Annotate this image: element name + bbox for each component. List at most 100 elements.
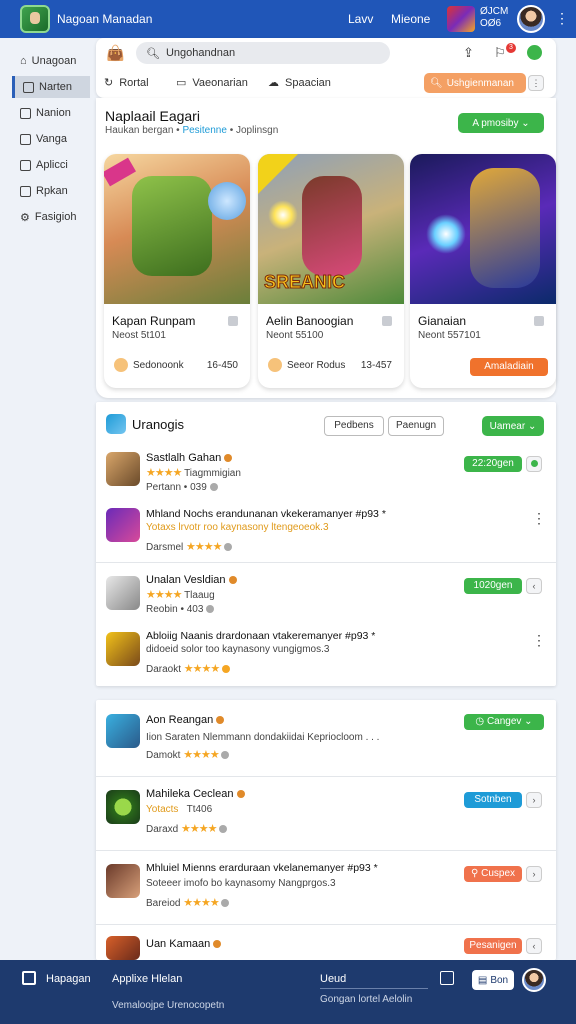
filter-button[interactable]: Pedbens [324,416,384,436]
row-check-button[interactable] [526,456,542,472]
bottom-action-button[interactable]: ▤ Bon [472,970,514,990]
list-item[interactable]: Sastlalh Gahan ★★★★ Tiagmmigian Pertann … [96,446,556,496]
sidebar-item-narten[interactable]: Narten [12,76,90,98]
bag-icon[interactable]: 👜 [106,44,125,62]
row-info-text: Pertann • 039 [146,482,207,493]
card-title: Kapan Runpam [112,314,196,328]
rating-stars: ★★★★ [183,897,219,909]
sidebar-item-aplicci[interactable]: Aplicci [12,154,90,176]
sidebar: ⌂ Unagoan Narten Nanion Vanga Aplicci Rpk… [0,38,92,960]
card-menu-icon[interactable] [382,316,392,326]
row-status-pill[interactable]: 1020gen [464,578,522,594]
card-footer-label: Sedonoonk [133,359,184,371]
card-subtitle: Neont 55100 [266,330,324,341]
game-art [104,154,250,304]
featured-filter-button[interactable]: A pmosiby ⌄ [458,113,544,133]
tab-label: Spaacian [285,76,331,89]
home-icon[interactable] [22,971,36,985]
app-logo[interactable] [20,5,50,33]
game-card[interactable]: Gianaian Neont 557101 Amaladiain [410,154,556,388]
list-item[interactable]: Uan Kamaan Pesanigen ‹ [96,932,556,960]
app-icon [106,864,140,898]
bottom-user-avatar[interactable] [522,968,546,992]
game-avatar[interactable] [447,6,475,32]
status-dot-icon [222,665,231,674]
row-status-pill[interactable]: Pesanigen [464,938,522,954]
bottom-mid-label: Ueud [320,973,347,985]
list-item[interactable]: Mhluiel Mienns erarduraan vkelanemanyer … [96,856,556,918]
user-avatar[interactable] [517,5,545,33]
top-link-lavv[interactable]: Lavv [348,12,373,26]
list-item[interactable]: Unalan Vesldian ★★★★ Tlaaug Reobin • 403… [96,570,556,620]
row-menu-button[interactable]: ‹ [526,938,542,954]
row-title: Sastlalh Gahan [146,452,233,464]
tab-vaeonarian[interactable]: ▭ Vaeonarian [176,76,248,90]
copy-icon[interactable] [440,971,454,985]
rating-stars: ★★★★ [183,663,220,675]
row-status-pill[interactable]: ⚲ Cuspex [464,866,522,882]
top-more-icon[interactable]: ⋮ [555,10,569,27]
upload-icon[interactable]: ⇪ [463,45,474,61]
box-icon [20,133,31,145]
row-info-text: Daraokt [146,664,182,675]
app-icon [106,936,140,960]
status-dot-icon [206,605,215,614]
sidebar-item-label: Unagoan [31,55,77,67]
sidebar-item-fasigioh[interactable]: ⚙ Fasigioh [12,206,90,228]
notification-icon[interactable]: ⚐ [494,45,506,61]
monitor-icon: ▭ [176,77,187,89]
list-item[interactable]: Abloiig Naanis drardonaan vtakeremanyer … [96,626,556,680]
row-status-pill[interactable]: 22:20gen [464,456,522,472]
game-card[interactable]: SREANIC Aelin Banoogian Neont 55100 Seeo… [258,154,404,388]
list-item[interactable]: Mhland Nochs erandunanan vkekeramanyer #… [96,502,556,556]
row-meta: Yotacts Tt406 [146,804,212,815]
divider [96,562,556,563]
sidebar-item-rpkan[interactable]: Rpkan [12,180,90,202]
search-input[interactable]: 🔍︎ Ungohandnan [136,42,390,64]
more-button[interactable]: ⋮ [528,75,544,91]
card-footer-label: Seeor Rodus [287,359,346,371]
row-more-icon[interactable]: ⋮ [532,632,546,649]
bottom-left-label[interactable]: Hapagan [46,973,91,985]
sort-button[interactable]: Paenugn [388,416,444,436]
sidebar-item-unagoan[interactable]: ⌂ Unagoan [12,50,90,72]
refresh-icon: ↻ [104,77,114,89]
row-menu-button[interactable]: › [526,866,542,882]
top-stat-line2: OØ6 [480,18,502,29]
row-description: didoeid solor too kaynasony vungigmos.3 [146,644,330,655]
sidebar-item-label: Fasigioh [34,211,77,223]
status-online-icon[interactable] [527,45,542,60]
list-item[interactable]: Aon Reangan Iion Saraten Nlemmann dondak… [96,708,556,770]
list-green-button[interactable]: Uamear ⌄ [482,416,544,436]
tab-rortal[interactable]: ↻ Rortal [104,76,149,90]
orange-action-button[interactable]: 🔍︎ Ushgienmanan [424,73,526,93]
list-item[interactable]: Mahileka Ceclean Yotacts Tt406 Daraxd ★★… [96,782,556,844]
sidebar-item-label: Narten [39,81,73,93]
featured-sub-prefix: Haukan bergan • [105,125,180,136]
coin-icon [268,358,282,372]
row-menu-button[interactable]: › [526,792,542,808]
sidebar-item-nanion[interactable]: Nanion [12,102,90,124]
cloud-icon: ☁ [268,77,279,89]
featured-title: Naplaail Eagari [105,108,200,124]
top-stat: ØJCM OØ6 [480,6,508,30]
row-title: Mhland Nochs erandunanan vkekeramanyer #… [146,508,386,520]
row-more-icon[interactable]: ⋮ [532,510,546,527]
row-menu-button[interactable]: ‹ [526,578,542,594]
top-link-mieone[interactable]: Mieone [391,12,430,26]
game-card[interactable]: Kapan Runpam Neost 5t101 Sedonoonk 16-45… [104,154,250,388]
card-download-button[interactable]: Amaladiain [470,358,548,376]
card-menu-icon[interactable] [228,316,238,326]
card-menu-icon[interactable] [534,316,544,326]
row-description-text: Soteeer imofo bo kaynasomy Nangprgos.3 [146,878,336,889]
row-title-text: Unalan Vesldian [146,574,226,586]
row-title-text: Mahileka Ceclean [146,788,234,800]
tab-spaacian[interactable]: ☁ Spaacian [268,76,331,90]
row-status-pill[interactable]: Sotnben [464,792,522,808]
sidebar-item-vanga[interactable]: Vanga [12,128,90,150]
row-title: Mhluiel Mienns erarduraan vkelanemanyer … [146,862,378,874]
row-status-pill[interactable]: ◷ Cangev ⌄ [464,714,544,730]
app-icon [106,576,140,610]
bottom-action-label: Bon [490,974,509,986]
featured-sub-highlight[interactable]: Pesitenne [182,125,226,136]
